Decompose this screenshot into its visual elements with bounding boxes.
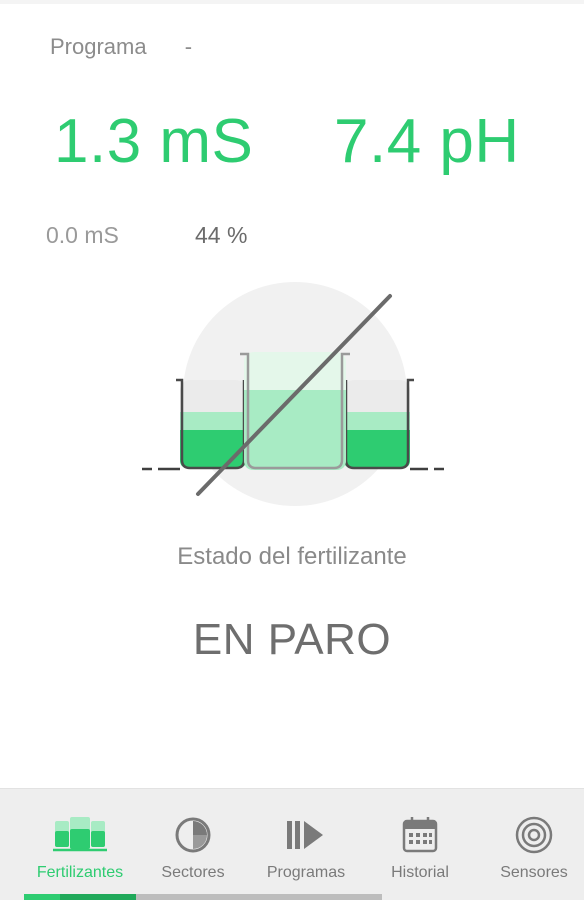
program-row: Programa - (50, 34, 192, 60)
center-beaker-icon (240, 352, 350, 470)
percent-reading: 44 % (195, 222, 248, 248)
nav-item-sensores[interactable]: Sensores (476, 789, 584, 895)
scroll-indicator-fill-dark (60, 894, 136, 900)
play-pause-icon (248, 815, 364, 855)
nav-label-historial: Historial (391, 864, 449, 881)
nav-label-sensores: Sensores (500, 864, 568, 881)
ec-reading: 1.3 mS (54, 107, 254, 176)
status-label: Estado del fertilizante (177, 543, 407, 570)
ec-target-reading: 0.0 mS (46, 222, 119, 248)
status-value: EN PARO (192, 615, 392, 664)
concentric-circles-icon (476, 815, 584, 855)
calendar-icon (362, 815, 478, 855)
pie-chart-icon (135, 815, 251, 855)
program-label: Programa (50, 34, 147, 59)
top-edge (0, 0, 584, 4)
nav-label-fertilizantes: Fertilizantes (36, 864, 124, 881)
right-beaker-icon (344, 378, 414, 470)
ph-reading: 7.4 pH (334, 107, 520, 176)
fertilizer-screen: Programa - 1.3 mS 7.4 pH 0.0 mS 44 % Est… (0, 0, 584, 900)
nav-item-fertilizantes[interactable]: Fertilizantes (22, 789, 138, 895)
nav-item-programas[interactable]: Programas (248, 789, 364, 895)
fertilizer-tanks-illustration (142, 282, 444, 506)
nav-item-historial[interactable]: Historial (362, 789, 478, 895)
program-value: - (184, 34, 193, 59)
bottom-navigation: Fertilizantes Sectores Programas Histori… (0, 788, 584, 900)
nav-label-sectores: Sectores (161, 864, 225, 881)
nav-item-sectores[interactable]: Sectores (135, 789, 251, 895)
beakers-icon (22, 815, 138, 855)
nav-label-programas: Programas (266, 864, 346, 881)
